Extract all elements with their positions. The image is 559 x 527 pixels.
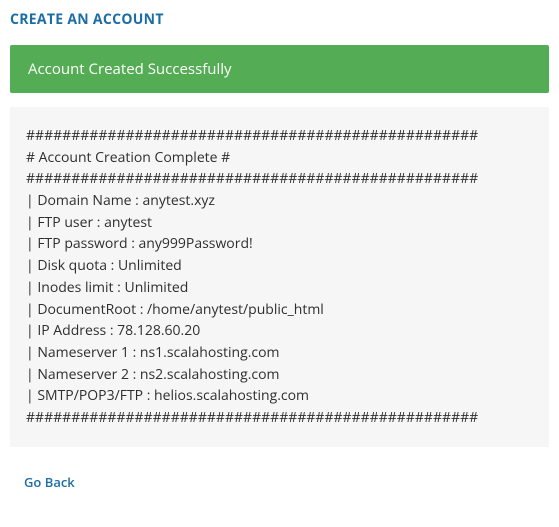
output-line: | FTP password : any999Password! — [26, 234, 253, 253]
output-line: | Nameserver 2 : ns2.scalahosting.com — [26, 365, 279, 384]
output-line: # Account Creation Complete # — [26, 148, 230, 167]
output-line: | SMTP/POP3/FTP : helios.scalahosting.co… — [26, 386, 309, 405]
output-line: | IP Address : 78.128.60.20 — [26, 321, 200, 340]
output-line: | Nameserver 1 : ns1.scalahosting.com — [26, 343, 279, 362]
output-line: ########################################… — [26, 169, 478, 188]
output-line: | FTP user : anytest — [26, 213, 152, 232]
output-line: | Disk quota : Unlimited — [26, 256, 182, 275]
output-line: | DocumentRoot : /home/anytest/public_ht… — [26, 300, 324, 319]
output-line: ########################################… — [26, 408, 478, 427]
output-line: | Domain Name : anytest.xyz — [26, 191, 215, 210]
content-wrap: Account Created Successfully ###########… — [0, 45, 559, 492]
output-line: | Inodes limit : Unlimited — [26, 278, 188, 297]
success-alert: Account Created Successfully — [10, 45, 549, 93]
output-line: ########################################… — [26, 126, 478, 145]
account-output-box: ########################################… — [10, 107, 549, 447]
page-title: CREATE AN ACCOUNT — [0, 0, 559, 45]
go-back-link[interactable]: Go Back — [24, 473, 75, 491]
